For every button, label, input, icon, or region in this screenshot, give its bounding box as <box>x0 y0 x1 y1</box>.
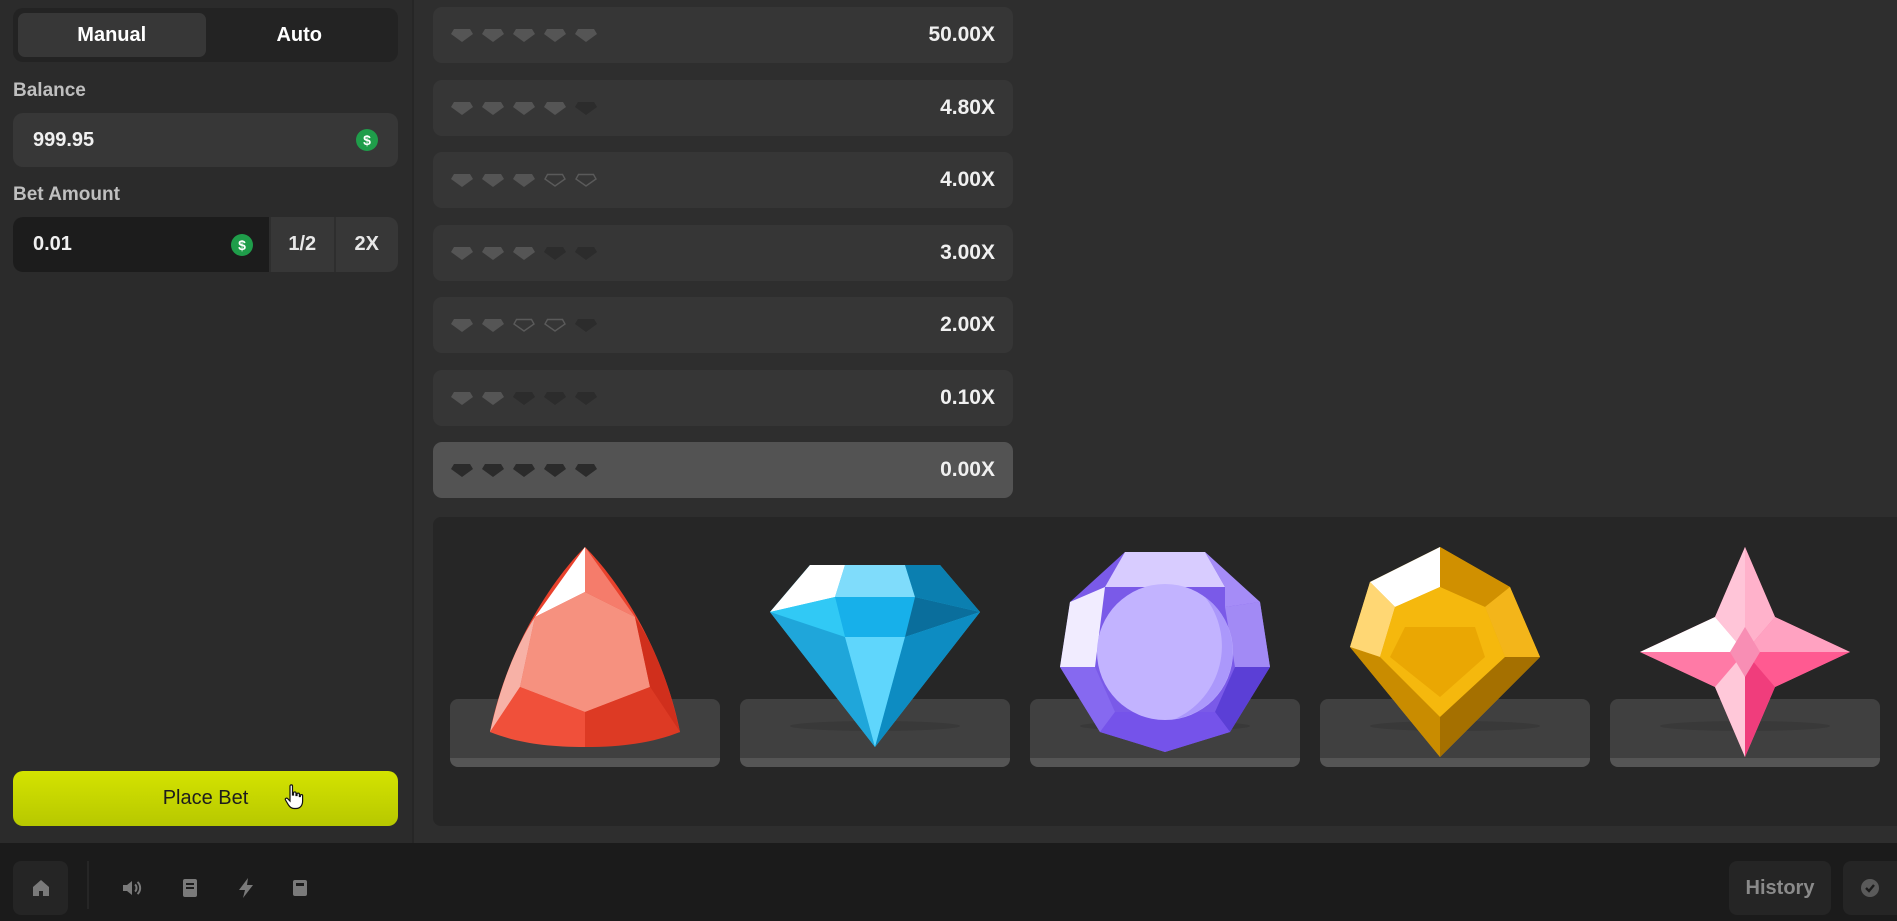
gem-slot-icon <box>513 29 535 42</box>
bet-amount-value: 0.01 <box>33 233 72 255</box>
gem-slot-icon <box>544 29 566 42</box>
hand-pointer-icon <box>284 784 304 810</box>
bet-sidebar: Manual Auto Balance 999.95 $ Bet Amount … <box>0 0 414 843</box>
gem-slot-icon <box>575 29 597 42</box>
dollar-coin-icon: $ <box>356 129 378 151</box>
gem-slot-icon <box>513 464 535 477</box>
payout-multiplier: 0.00X <box>940 458 995 481</box>
payout-row: 4.80X <box>433 79 1013 136</box>
calculator-icon <box>293 880 307 896</box>
history-button[interactable]: History <box>1729 861 1831 915</box>
rules-button[interactable] <box>175 861 205 915</box>
gem-slot-icon <box>482 391 504 405</box>
payout-multiplier: 0.10X <box>940 385 995 409</box>
yellow-kite-gem-icon <box>1345 547 1565 757</box>
payout-row: 3.00X <box>433 224 1013 281</box>
place-bet-button[interactable]: Place Bet <box>13 771 398 826</box>
purple-octagon-gem-icon <box>1055 547 1275 757</box>
gem-slot-icon <box>544 318 566 332</box>
half-bet-button[interactable]: 1/2 <box>269 217 334 272</box>
pattern-slots <box>451 27 597 43</box>
balance-label: Balance <box>13 80 86 101</box>
payout-row: 50.00X <box>433 7 1013 63</box>
gem-slot-icon <box>575 319 597 332</box>
gem-slot-icon <box>451 174 473 187</box>
bet-amount-label: Bet Amount <box>13 184 120 205</box>
gem-cell <box>1320 547 1590 767</box>
double-bet-button[interactable]: 2X <box>333 217 399 272</box>
toolbar-divider <box>87 861 89 909</box>
mode-toggle: Manual Auto <box>13 8 398 62</box>
payout-row: 0.00X <box>433 442 1013 498</box>
gem-slot-icon <box>513 391 535 405</box>
gem-slot-icon <box>544 391 566 405</box>
gem-slot-icon <box>544 173 566 187</box>
gem-slot-icon <box>451 101 473 115</box>
pattern-slots <box>451 245 597 261</box>
gem-cell <box>1610 547 1880 767</box>
pattern-slots <box>451 390 597 406</box>
bet-amount-input[interactable]: 0.01 $ <box>13 217 269 272</box>
gem-cell <box>450 547 720 767</box>
stats-button[interactable] <box>285 861 315 915</box>
gem-slot-icon <box>575 173 597 187</box>
balance-value: 999.95 <box>33 128 95 151</box>
gem-slot-icon <box>575 391 597 405</box>
gem-slot-icon <box>544 464 566 477</box>
dollar-coin-icon: $ <box>231 233 253 256</box>
auto-mode-tab[interactable]: Auto <box>206 13 394 57</box>
gem-cell <box>1030 547 1300 767</box>
fairness-button[interactable] <box>1843 861 1897 915</box>
pattern-slots <box>451 317 597 333</box>
gem-slot-icon <box>575 464 597 477</box>
gem-slot-icon <box>451 29 473 42</box>
red-trillion-gem-icon <box>475 547 695 757</box>
volume-icon <box>123 881 142 895</box>
gem-slot-icon <box>451 391 473 405</box>
payout-multiplier: 4.00X <box>940 168 995 191</box>
pattern-slots <box>451 100 597 116</box>
gem-slot-icon <box>575 101 597 115</box>
gem-slot-icon <box>451 319 473 332</box>
gem-slot-icon <box>513 246 535 260</box>
gem-slot-icon <box>513 174 535 187</box>
gem-slot-icon <box>482 319 504 332</box>
pattern-slots <box>451 172 597 188</box>
home-button[interactable] <box>13 861 68 915</box>
sound-button[interactable] <box>117 861 147 915</box>
gem-slot-icon <box>544 101 566 115</box>
gem-slot-icon <box>482 101 504 115</box>
gem-slot-icon <box>482 29 504 42</box>
payout-row: 2.00X <box>433 297 1013 353</box>
gem-slot-icon <box>544 246 566 260</box>
manual-mode-tab[interactable]: Manual <box>18 13 206 57</box>
bet-amount-row: 0.01 $ 1/2 2X <box>13 217 398 272</box>
bottom-toolbar: History <box>0 843 1897 921</box>
gem-board <box>433 517 1897 826</box>
gem-slot-icon <box>513 318 535 332</box>
gem-slot-icon <box>482 174 504 187</box>
gem-slot-icon <box>482 464 504 477</box>
gem-slot-icon <box>575 246 597 260</box>
check-badge-icon <box>1861 879 1879 897</box>
gem-slot-icon <box>451 246 473 260</box>
payout-multiplier: 3.00X <box>940 240 995 264</box>
payout-multiplier: 4.80X <box>940 95 995 119</box>
book-icon <box>183 879 197 897</box>
payout-multiplier: 2.00X <box>940 313 995 336</box>
pink-star-gem-icon <box>1635 547 1855 757</box>
gem-slot-icon <box>451 464 473 477</box>
pattern-slots <box>451 462 597 478</box>
turbo-button[interactable] <box>231 861 261 915</box>
gem-cell <box>740 547 1010 767</box>
payout-row: 4.00X <box>433 152 1013 208</box>
lightning-icon <box>239 878 253 898</box>
payout-row: 0.10X <box>433 369 1013 426</box>
gem-slot-icon <box>482 246 504 260</box>
home-icon <box>32 880 49 896</box>
balance-display: 999.95 $ <box>13 113 398 167</box>
gem-slot-icon <box>513 101 535 115</box>
blue-diamond-gem-icon <box>765 547 985 757</box>
payout-multiplier: 50.00X <box>928 23 995 46</box>
